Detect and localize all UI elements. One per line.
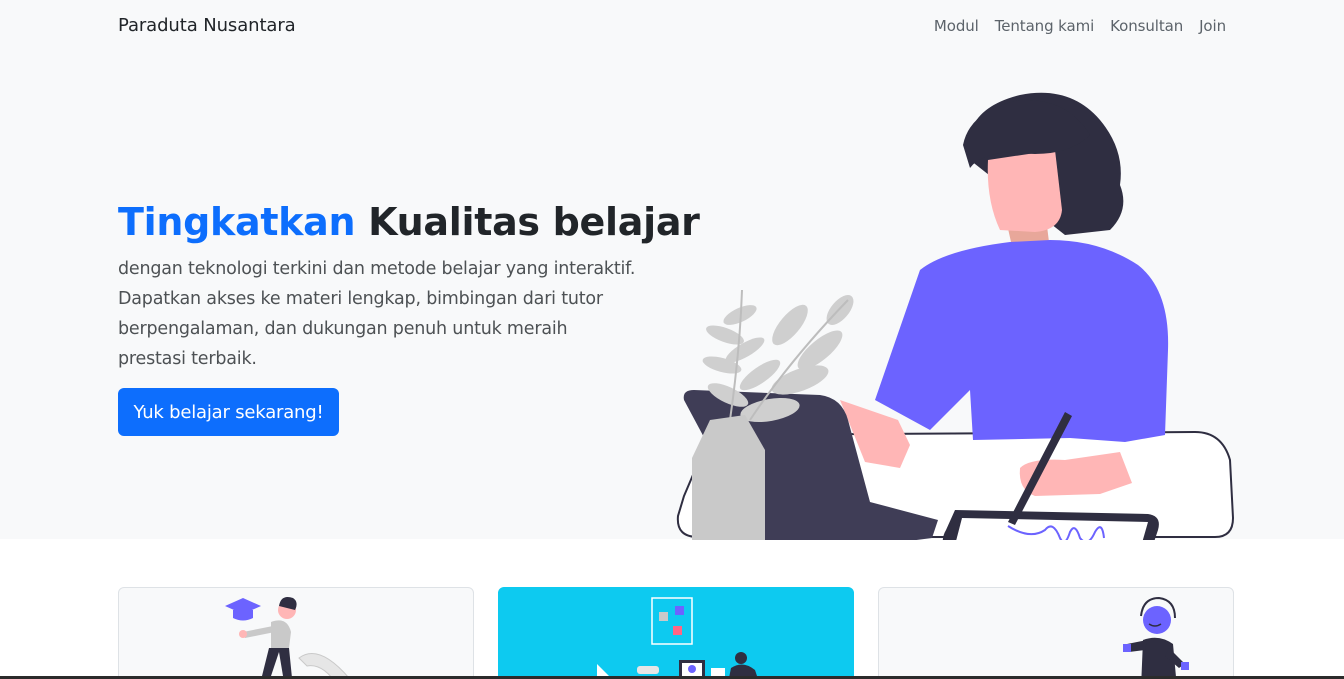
nav-link-join[interactable]: Join [1199,17,1226,35]
hero-title: Tingkatkan Kualitas belajar [118,200,700,244]
feature-card-3[interactable] [878,587,1234,679]
headphones-person-illustration [1123,596,1189,679]
cta-button[interactable]: Yuk belajar sekarang! [118,388,339,436]
nav-link-tentang-kami[interactable]: Tentang kami [995,17,1095,35]
woman-at-laptop-illustration [676,92,1235,540]
nav-link-konsultan[interactable]: Konsultan [1110,17,1183,35]
hero-title-accent: Tingkatkan [118,200,356,244]
navbar: Paraduta Nusantara Modul Tentang kami Ko… [0,0,1344,54]
hero-section: Tingkatkan Kualitas belajar dengan tekno… [0,54,1344,540]
hero-description: dengan teknologi terkini dan metode bela… [118,259,636,369]
hero-title-rest: Kualitas belajar [355,200,700,244]
online-class-illustration [597,597,758,679]
nav-link-modul[interactable]: Modul [934,17,979,35]
brand-link[interactable]: Paraduta Nusantara [118,15,296,36]
graduate-illustration [225,597,350,679]
feature-card-1[interactable] [118,587,474,679]
feature-card-2[interactable] [498,587,854,679]
nav-links: Modul Tentang kami Konsultan Join [934,17,1226,35]
